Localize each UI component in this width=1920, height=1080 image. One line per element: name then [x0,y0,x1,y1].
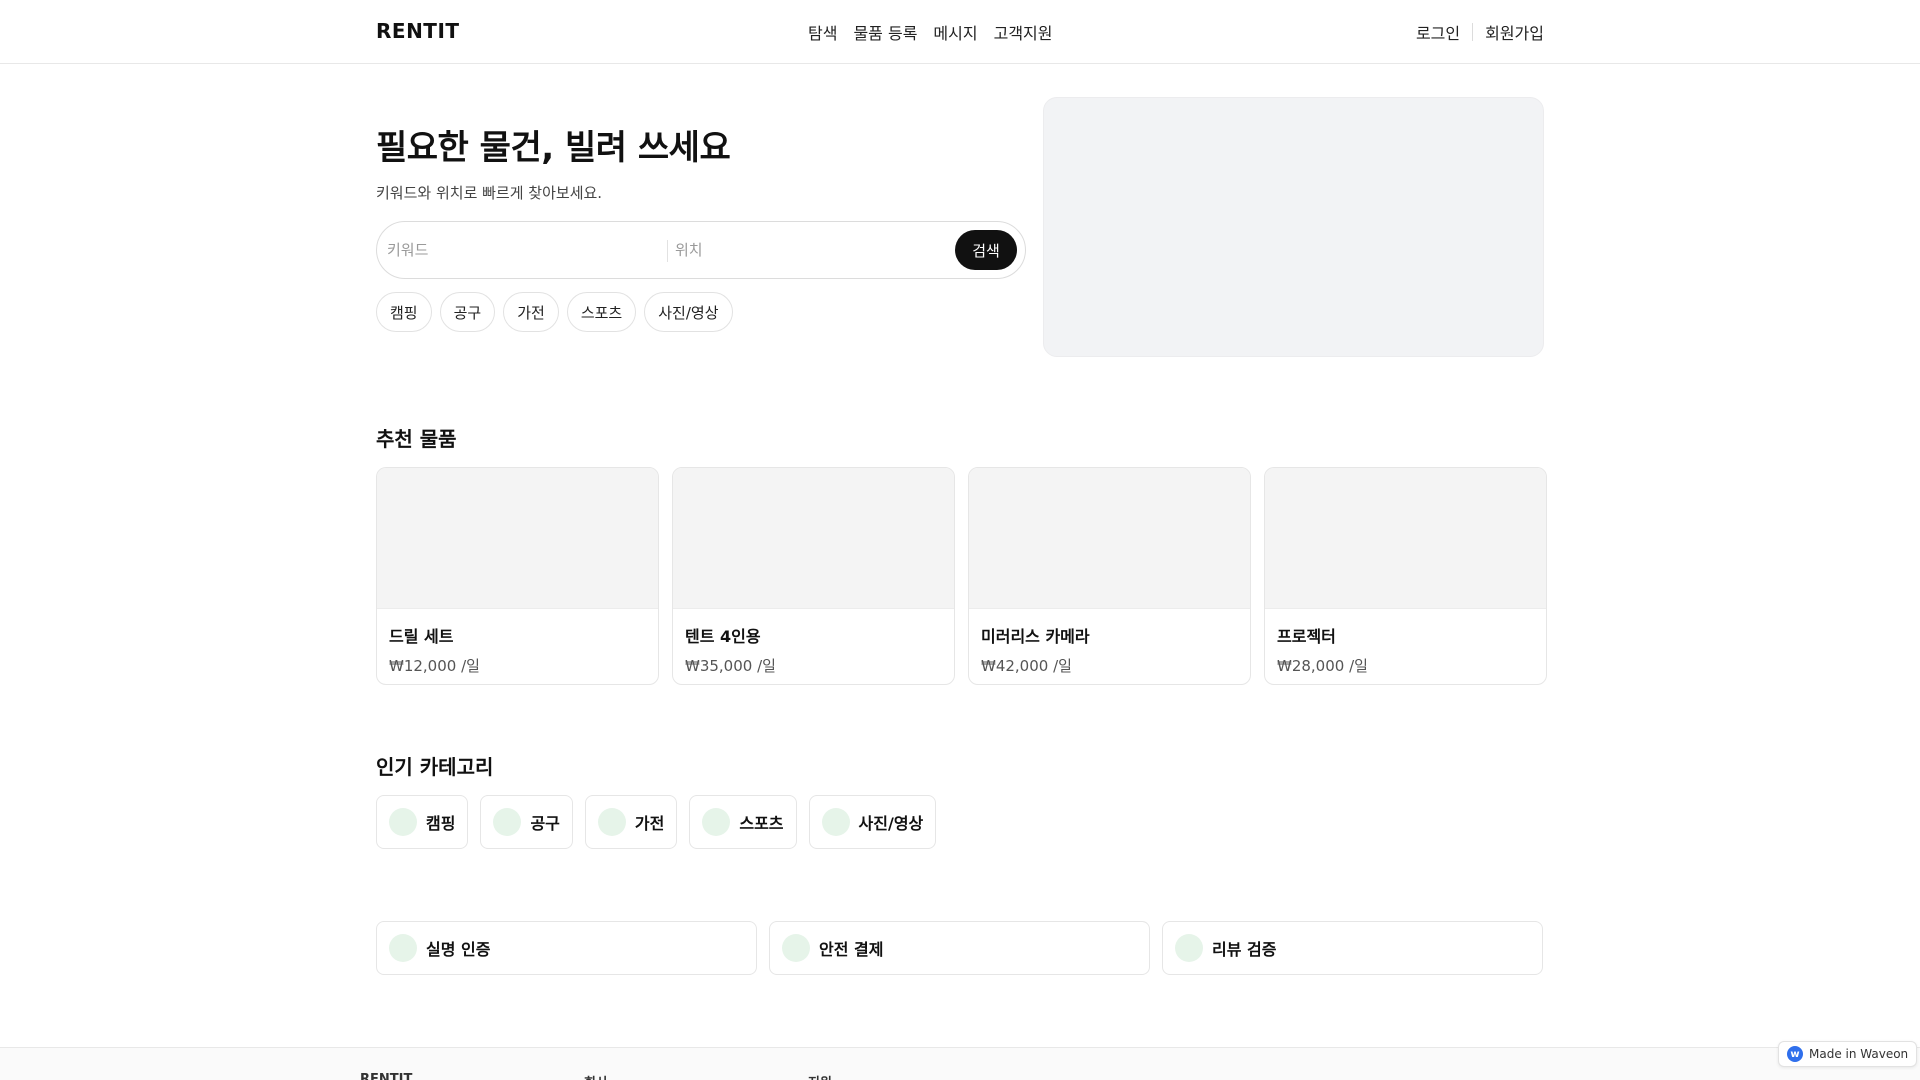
category-tile-camping[interactable]: 캠핑 [376,795,469,849]
search-separator [667,240,668,262]
product-image [1265,468,1546,609]
auth-divider [1472,23,1474,41]
chip-sports[interactable]: 스포츠 [566,292,637,332]
chip-tools[interactable]: 공구 [439,292,496,332]
main-nav: 탐색 물품 등록 메시지 고객지원 [808,20,1052,44]
featured-section-title: 추천 물품 [376,427,457,451]
hero-subtitle: 키워드와 위치로 빠르게 찾아보세요. [376,184,603,202]
category-label: 공구 [530,814,560,833]
keyword-input[interactable] [387,236,657,264]
product-name: 드릴 세트 [389,627,454,646]
signup-link[interactable]: 회원가입 [1485,20,1544,44]
category-tile-sports[interactable]: 스포츠 [689,795,797,849]
product-card[interactable]: 텐트 4인용 ₩35,000 /일 [672,467,955,685]
category-icon [493,808,522,836]
product-image [673,468,954,609]
product-card[interactable]: 드릴 세트 ₩12,000 /일 [376,467,659,685]
category-label: 캠핑 [426,814,456,833]
nav-register-item[interactable]: 물품 등록 [853,20,917,44]
location-input[interactable] [675,236,925,264]
search-bar: 검색 [376,221,1026,279]
product-price: ₩42,000 /일 [981,657,1072,675]
categories-section-title: 인기 카테고리 [376,755,494,779]
hero-image-placeholder [1043,97,1544,357]
nav-support[interactable]: 고객지원 [994,20,1053,44]
category-icon [821,808,850,836]
product-image [969,468,1250,609]
payment-icon [782,934,810,962]
search-button[interactable]: 검색 [955,230,1017,270]
footer-support-heading: 지원 [808,1072,832,1080]
nav-messages[interactable]: 메시지 [933,20,977,44]
category-tile-appliances[interactable]: 가전 [584,795,678,849]
site-footer: RENTIT 회사 지원 [0,1047,1920,1080]
chip-appliances[interactable]: 가전 [503,292,559,332]
nav-explore[interactable]: 탐색 [808,20,837,44]
product-price: ₩35,000 /일 [685,657,776,675]
badge-text: Made in Waveon [1809,1047,1909,1061]
trust-review-check: 리뷰 검증 [1162,921,1543,975]
footer-company-heading: 회사 [584,1072,608,1080]
category-label: 가전 [634,814,665,833]
product-card[interactable]: 프로젝터 ₩28,000 /일 [1264,467,1547,685]
popular-categories-list: 캠핑 공구 가전 스포츠 사진/영상 [376,795,937,849]
product-card[interactable]: 미러리스 카메라 ₩42,000 /일 [968,467,1251,685]
product-price: ₩28,000 /일 [1277,657,1368,675]
site-logo[interactable]: RENTIT [376,19,460,43]
featured-items-list: 드릴 세트 ₩12,000 /일 텐트 4인용 ₩35,000 /일 미러리스 … [376,467,1547,685]
verification-icon [389,934,417,962]
made-in-waveon-badge[interactable]: w Made in Waveon [1778,1041,1918,1067]
category-label: 사진/영상 [858,814,924,833]
product-name: 미러리스 카메라 [981,627,1090,646]
category-tile-tools[interactable]: 공구 [480,795,573,849]
waveon-logo-icon: w [1787,1046,1803,1062]
quick-category-chips: 캠핑 공구 가전 스포츠 사진/영상 [376,292,733,332]
review-icon [1175,934,1203,962]
chip-camping[interactable]: 캠핑 [376,292,432,332]
hero-title: 필요한 물건, 빌려 쓰세요 [376,128,731,168]
login-link[interactable]: 로그인 [1416,20,1460,44]
product-image [377,468,658,609]
trust-identity-verification: 실명 인증 [376,921,757,975]
category-icon [597,808,626,836]
trust-features: 실명 인증 안전 결제 리뷰 검증 [376,921,1543,975]
footer-brand: RENTIT [360,1072,413,1080]
category-icon [702,808,731,836]
top-header: RENTIT 탐색 물품 등록 메시지 고객지원 로그인 회원가입 [0,0,1920,64]
chip-photo-video[interactable]: 사진/영상 [644,292,733,332]
product-name: 프로젝터 [1277,627,1336,646]
product-name: 텐트 4인용 [685,627,761,646]
trust-label: 리뷰 검증 [1212,940,1277,959]
trust-label: 실명 인증 [426,940,491,959]
category-icon [389,808,417,836]
product-price: ₩12,000 /일 [389,657,480,675]
trust-secure-payment: 안전 결제 [769,921,1150,975]
category-tile-photo-video[interactable]: 사진/영상 [808,795,937,849]
trust-label: 안전 결제 [819,940,884,959]
category-label: 스포츠 [739,814,784,833]
auth-links: 로그인 회원가입 [1416,20,1544,44]
